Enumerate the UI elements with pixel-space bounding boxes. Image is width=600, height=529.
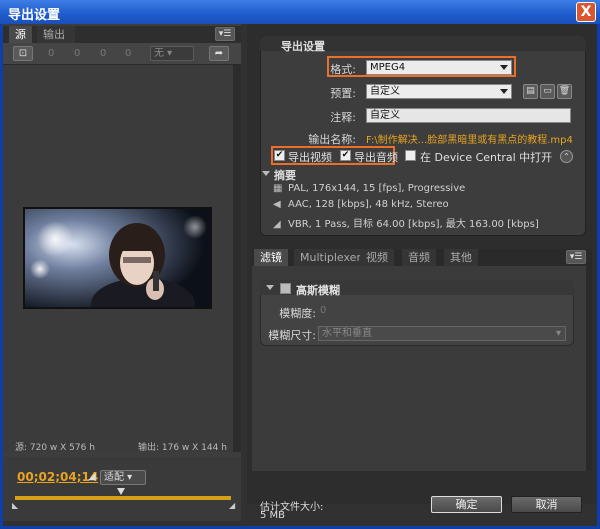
settings-menu-icon[interactable]: ▾☰	[566, 250, 586, 264]
chevron-down-icon: ▾	[555, 328, 561, 339]
comment-label: 注释:	[330, 111, 356, 124]
blur-amount-value[interactable]: 0	[320, 305, 326, 316]
export-video-checkbox[interactable]: ✔	[274, 150, 285, 161]
delete-preset-icon[interactable]: 🗑	[557, 84, 572, 99]
tab-source[interactable]: 源	[9, 26, 32, 43]
settings-scrollbar[interactable]	[586, 266, 592, 471]
bitrate-icon: ◢	[273, 219, 281, 230]
output-dimensions: 输出: 176 w X 144 h	[138, 443, 227, 453]
tab-filters[interactable]: 滤镜	[254, 249, 288, 266]
output-name-label: 输出名称:	[308, 133, 356, 146]
summary-bitrate-line: ◢ VBR, 1 Pass, 目标 64.00 [kbps], 最大 163.00…	[273, 215, 539, 230]
crop-ratio-value: 无	[154, 48, 164, 59]
export-audio-checkbox[interactable]: ✔	[340, 150, 351, 161]
video-thumbnail	[25, 209, 210, 307]
format-highlight	[327, 56, 516, 77]
tab-other[interactable]: 其他	[444, 249, 478, 266]
comment-input[interactable]: 自定义	[366, 108, 571, 123]
crop-left[interactable]: 0	[48, 48, 54, 59]
device-central-label: 在 Device Central 中打开	[420, 151, 553, 164]
fit-value: 适配	[104, 472, 124, 483]
gaussian-blur-checkbox[interactable]	[280, 283, 291, 294]
blur-dimension-value: 水平和垂直	[322, 328, 372, 339]
title-bar: 导出设置 X	[0, 0, 600, 24]
device-central-checkbox[interactable]	[405, 150, 416, 161]
import-preset-icon[interactable]: ▭	[540, 84, 555, 99]
preset-label: 预置:	[330, 87, 356, 100]
blur-dimension-select[interactable]: 水平和垂直 ▾	[318, 326, 566, 341]
output-name-link[interactable]: F:\制作解决...脸部黑暗里或有黑点的教程.mp4	[366, 131, 573, 146]
tab-video[interactable]: 视频	[360, 249, 394, 266]
export-video-label: 导出视频	[288, 151, 332, 164]
crop-ratio-select[interactable]: 无 ▾	[150, 46, 194, 61]
close-button[interactable]: X	[576, 2, 596, 22]
chevron-down-icon	[500, 89, 508, 94]
panel-menu-icon[interactable]: ▾☰	[215, 27, 235, 41]
ok-button[interactable]: 确定	[431, 496, 502, 513]
filter-disclosure-icon[interactable]	[266, 285, 274, 290]
summary-audio-line: ◀ AAC, 128 [kbps], 48 kHz, Stereo	[273, 199, 449, 210]
crop-toolbar: ⊡ 0 0 0 0 无 ▾ ➦	[3, 43, 241, 65]
estimated-size-value: 5 MB	[260, 510, 286, 521]
tab-multiplexer[interactable]: Multiplexer	[294, 249, 367, 266]
comment-value: 自定义	[370, 110, 400, 121]
summary-disclosure-icon[interactable]	[262, 171, 270, 176]
audio-icon: ◀	[273, 199, 281, 210]
crop-icon[interactable]: ⊡	[13, 46, 33, 61]
video-frame	[23, 207, 212, 309]
window-title: 导出设置	[8, 8, 61, 23]
summary-bitrate-text: VBR, 1 Pass, 目标 64.00 [kbps], 最大 163.00 …	[288, 219, 539, 230]
blur-dimension-label: 模糊尺寸:	[268, 329, 316, 342]
preset-value: 自定义	[370, 86, 400, 97]
timeline-track[interactable]	[15, 496, 231, 500]
in-out-icon[interactable]: ◢	[88, 471, 96, 482]
preview-scrollbar[interactable]	[233, 65, 241, 452]
summary-title: 摘要	[274, 169, 296, 182]
cancel-button[interactable]: 取消	[511, 496, 582, 513]
crop-right[interactable]: 0	[100, 48, 106, 59]
source-dimensions: 源: 720 w X 576 h	[15, 443, 95, 453]
summary-video-text: PAL, 176x144, 15 [fps], Progressive	[288, 183, 466, 194]
blur-amount-label: 模糊度:	[279, 307, 316, 320]
export-audio-label: 导出音频	[354, 151, 398, 164]
preview-tabs: 源 输出 ▾☰	[3, 26, 241, 43]
summary-audio-text: AAC, 128 [kbps], 48 kHz, Stereo	[288, 199, 449, 210]
preset-select[interactable]: 自定义	[366, 84, 512, 99]
crop-top[interactable]: 0	[74, 48, 80, 59]
collapse-icon[interactable]: ⌃	[560, 150, 573, 163]
crop-bottom[interactable]: 0	[125, 48, 131, 59]
settings-tabs: 滤镜 Multiplexer 视频 音频 其他 ▾☰	[252, 249, 592, 266]
tab-output[interactable]: 输出	[37, 26, 75, 43]
out-point-icon[interactable]: ◢	[229, 501, 235, 510]
zoom-fit-select[interactable]: 适配 ▾	[100, 470, 146, 485]
export-settings-title: 导出设置	[281, 40, 325, 53]
summary-video-line: ▦ PAL, 176x144, 15 [fps], Progressive	[273, 183, 465, 194]
video-icon: ▦	[273, 183, 283, 194]
save-preset-icon[interactable]: ▤	[523, 84, 538, 99]
swap-icon[interactable]: ➦	[209, 46, 229, 61]
in-point-icon[interactable]: ◣	[12, 501, 18, 510]
gaussian-blur-title: 高斯模糊	[296, 284, 340, 297]
tab-audio[interactable]: 音频	[402, 249, 436, 266]
playhead[interactable]	[117, 488, 125, 495]
timecode[interactable]: 00;02;04;14	[17, 470, 98, 484]
